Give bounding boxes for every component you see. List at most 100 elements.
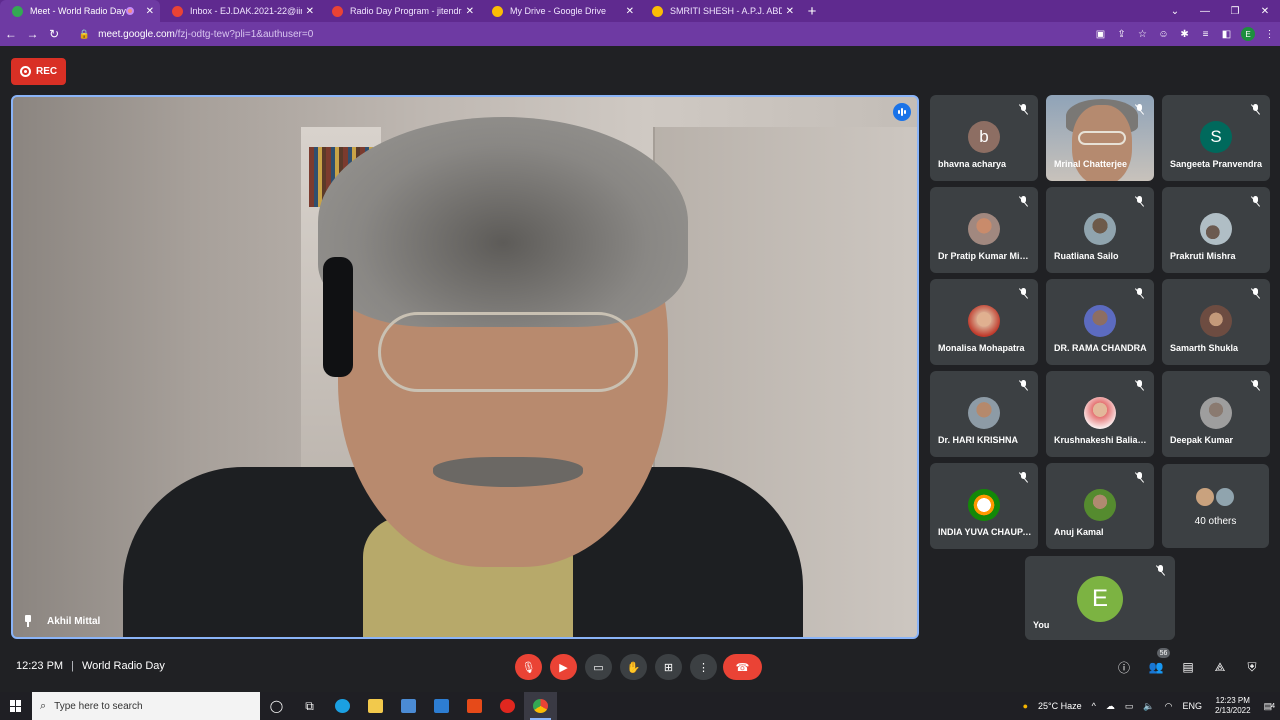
weather-text[interactable]: 25°C Haze: [1038, 701, 1082, 711]
tab-radio-day-program[interactable]: Radio Day Program - jitendra4iimc ✕: [320, 0, 480, 22]
close-tab-icon[interactable]: ✕: [146, 6, 154, 17]
volume-icon[interactable]: 🔈: [1143, 701, 1154, 712]
browser-menu-icon[interactable]: ⋮: [1259, 29, 1280, 40]
activities-button[interactable]: ⟁: [1211, 658, 1229, 676]
participant-tile[interactable]: Deepak Kumar: [1162, 371, 1270, 457]
mic-off-icon: [1135, 380, 1144, 391]
office-button[interactable]: [458, 692, 491, 720]
tab-smriti-shesh[interactable]: SMRITI SHESH - A.P.J. ABDUL KALA ✕: [640, 0, 800, 22]
extension-emoji-icon[interactable]: ☺: [1153, 29, 1174, 40]
self-tile[interactable]: E You: [1025, 556, 1175, 640]
meeting-info-button[interactable]: ⓘ: [1115, 658, 1133, 676]
participant-name: Samarth Shukla: [1170, 343, 1239, 353]
office-icon: [467, 699, 482, 713]
more-options-button[interactable]: ⋮: [690, 654, 717, 680]
taskbar-clock[interactable]: 12:23 PM 2/13/2022: [1215, 696, 1251, 716]
new-tab-button[interactable]: +: [800, 0, 824, 22]
store-icon: [401, 699, 416, 713]
reload-button[interactable]: ↻: [43, 22, 65, 46]
network-icon[interactable]: ☁: [1106, 701, 1115, 712]
others-count: 40 others: [1194, 516, 1237, 527]
pin-icon[interactable]: [23, 615, 33, 627]
participant-tile[interactable]: Dr Pratip Kumar Mishra: [930, 187, 1038, 273]
present-button[interactable]: ⊞: [655, 654, 682, 680]
mic-off-icon: [1156, 565, 1165, 576]
tab-title: Radio Day Program - jitendra4iimc: [350, 6, 462, 16]
mic-off-icon: 🎙: [521, 661, 536, 674]
close-window-button[interactable]: ✕: [1250, 0, 1280, 22]
forward-button[interactable]: →: [22, 22, 44, 46]
tab-meet[interactable]: Meet - World Radio Day ✕: [0, 0, 160, 22]
participant-tile[interactable]: Dr. HARI KRISHNA: [930, 371, 1038, 457]
close-tab-icon[interactable]: ✕: [466, 6, 474, 17]
participant-tile[interactable]: Anuj Kamal: [1046, 463, 1154, 549]
chrome-icon: [533, 699, 548, 713]
leave-call-button[interactable]: ☎: [723, 654, 762, 680]
edge-button[interactable]: [326, 692, 359, 720]
url-host: meet.google.com: [98, 28, 175, 40]
taskbar-search-box[interactable]: ⌕ Type here to search: [32, 692, 260, 720]
host-controls-button[interactable]: ⛨: [1243, 658, 1261, 676]
participant-tile[interactable]: b bhavna acharya: [930, 95, 1038, 181]
clock-time: 12:23 PM: [1215, 696, 1250, 705]
tab-search-icon[interactable]: ⌄: [1160, 0, 1190, 22]
participant-name: DR. RAMA CHANDRA: [1054, 343, 1147, 353]
back-button[interactable]: ←: [0, 22, 22, 46]
tray-expand-icon[interactable]: ^: [1092, 701, 1096, 711]
task-view-icon: ⧉: [305, 698, 314, 713]
mic-off-icon: [1019, 472, 1028, 483]
camera-toggle-button[interactable]: ▶: [550, 654, 577, 680]
people-button[interactable]: 👥: [1147, 658, 1165, 676]
participant-tile[interactable]: Prakruti Mishra: [1162, 187, 1270, 273]
captions-icon: ▭: [593, 661, 604, 674]
participant-tile[interactable]: Monalisa Mohapatra: [930, 279, 1038, 365]
cortana-button[interactable]: ◯: [260, 692, 293, 720]
main-speaker-video[interactable]: Akhil Mittal: [11, 95, 919, 639]
mic-toggle-button[interactable]: 🎙: [515, 654, 542, 680]
others-tile[interactable]: 40 others: [1162, 464, 1269, 548]
start-button[interactable]: [0, 692, 32, 720]
avatar: [968, 397, 1000, 429]
tab-my-drive[interactable]: My Drive - Google Drive ✕: [480, 0, 640, 22]
url-path: /fzj-odtg-tew?pli=1&authuser=0: [174, 28, 314, 40]
participant-tile[interactable]: Krushnakeshi Baliarsingh: [1046, 371, 1154, 457]
wifi-icon[interactable]: ◠: [1165, 701, 1173, 712]
close-tab-icon[interactable]: ✕: [306, 6, 314, 17]
mail-button[interactable]: [425, 692, 458, 720]
participant-tile[interactable]: DR. RAMA CHANDRA: [1046, 279, 1154, 365]
close-tab-icon[interactable]: ✕: [786, 6, 794, 17]
battery-icon[interactable]: ▭: [1125, 701, 1134, 712]
participant-tile[interactable]: INDIA YUVA CHAUPAL: [930, 463, 1038, 549]
file-explorer-button[interactable]: [359, 692, 392, 720]
minimize-button[interactable]: —: [1190, 0, 1220, 22]
chat-button[interactable]: ▤: [1179, 658, 1197, 676]
recording-badge[interactable]: REC: [11, 58, 67, 85]
participant-name: Monalisa Mohapatra: [938, 343, 1025, 353]
participant-tile[interactable]: Samarth Shukla: [1162, 279, 1270, 365]
close-tab-icon[interactable]: ✕: [626, 6, 634, 17]
task-view-button[interactable]: ⧉: [293, 692, 326, 720]
reading-list-icon[interactable]: ≡: [1195, 29, 1216, 40]
raise-hand-button[interactable]: ✋: [620, 654, 647, 680]
url-field[interactable]: 🔒 meet.google.com /fzj-odtg-tew?pli=1&au…: [71, 24, 1084, 44]
participant-tile[interactable]: Ruatliana Sailo: [1046, 187, 1154, 273]
opera-button[interactable]: [491, 692, 524, 720]
store-button[interactable]: [392, 692, 425, 720]
tab-inbox[interactable]: Inbox - EJ.DAK.2021-22@iimc.gov ✕: [160, 0, 320, 22]
camera-icon[interactable]: ▣: [1090, 29, 1111, 40]
extensions-puzzle-icon[interactable]: ✱: [1174, 29, 1195, 40]
drive-favicon-icon: [652, 5, 663, 17]
profile-avatar[interactable]: E: [1241, 27, 1256, 41]
chrome-button[interactable]: [524, 692, 557, 720]
participant-tile[interactable]: Mrinal Chatterjee: [1046, 95, 1154, 181]
bookmark-star-icon[interactable]: ☆: [1132, 29, 1153, 40]
share-icon[interactable]: ⇪: [1111, 29, 1132, 40]
divider: |: [71, 660, 74, 672]
rec-label: REC: [36, 66, 58, 77]
sidebar-icon[interactable]: ◧: [1216, 29, 1237, 40]
toolbar-icons: ▣ ⇪ ☆ ☺ ✱ ≡ ◧ E ⋮: [1090, 27, 1280, 41]
participant-tile[interactable]: S Sangeeta Pranvendra: [1162, 95, 1270, 181]
restore-button[interactable]: ❐: [1220, 0, 1250, 22]
captions-button[interactable]: ▭: [585, 654, 612, 680]
language-indicator[interactable]: ENG: [1182, 701, 1202, 711]
